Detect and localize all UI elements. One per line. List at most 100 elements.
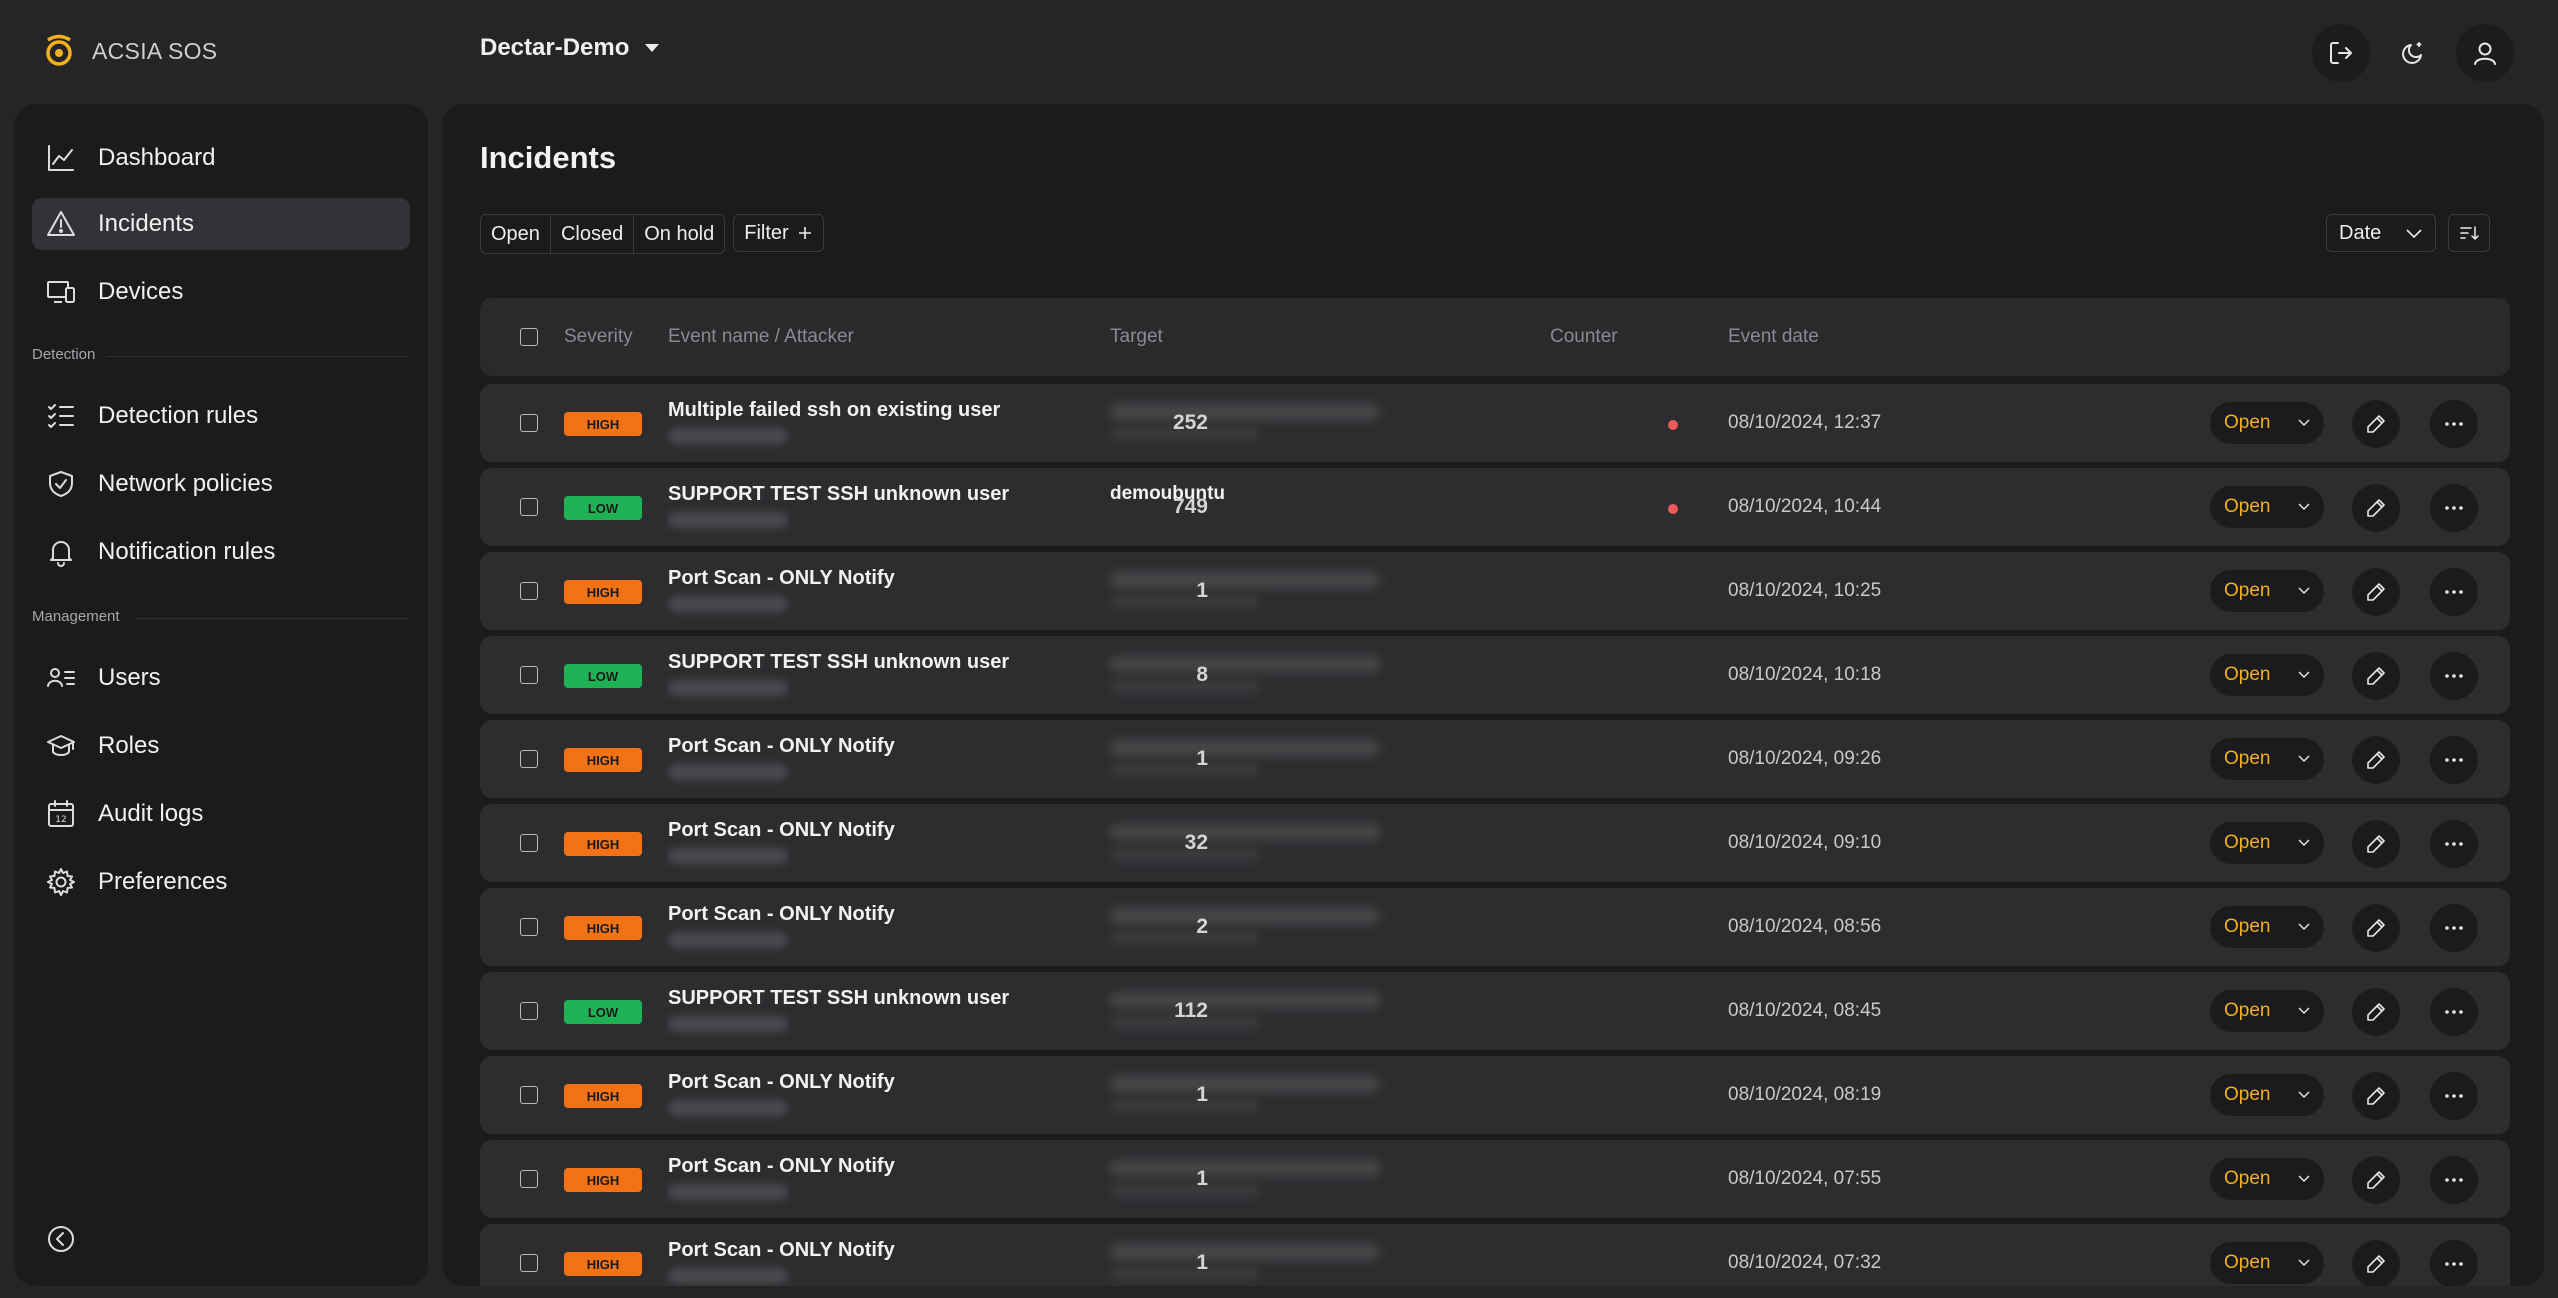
edit-button[interactable]: [2352, 736, 2400, 784]
table-row[interactable]: HIGH Port Scan - ONLY Notify 1 08/10/2024, …: [480, 1140, 2510, 1218]
edit-button[interactable]: [2352, 820, 2400, 868]
row-checkbox[interactable]: [520, 1254, 538, 1272]
row-checkbox[interactable]: [520, 834, 538, 852]
row-checkbox[interactable]: [520, 1170, 538, 1188]
edit-button[interactable]: [2352, 1240, 2400, 1286]
event-name[interactable]: Port Scan - ONLY Notify: [668, 735, 895, 758]
sidebar-item-network-policies[interactable]: Network policies: [32, 458, 410, 510]
table-row[interactable]: HIGH Port Scan - ONLY Notify 1 08/10/2024, …: [480, 1056, 2510, 1134]
edit-button[interactable]: [2352, 400, 2400, 448]
theme-toggle-button[interactable]: [2384, 24, 2442, 82]
row-checkbox[interactable]: [520, 666, 538, 684]
event-counter: 749: [1172, 495, 1208, 518]
filter-open-button[interactable]: Open: [481, 215, 550, 253]
column-header-severity[interactable]: Severity: [564, 326, 633, 348]
table-row[interactable]: HIGH Port Scan - ONLY Notify 32 08/10/2024,…: [480, 804, 2510, 882]
event-name[interactable]: SUPPORT TEST SSH unknown user: [668, 651, 1009, 674]
more-actions-button[interactable]: [2430, 1156, 2478, 1204]
row-checkbox[interactable]: [520, 918, 538, 936]
edit-button[interactable]: [2352, 1072, 2400, 1120]
edit-button[interactable]: [2352, 568, 2400, 616]
edit-button[interactable]: [2352, 652, 2400, 700]
column-header-event-date[interactable]: Event date: [1728, 326, 1819, 348]
sidebar-item-audit-logs[interactable]: 12 Audit logs: [32, 788, 410, 840]
column-header-counter[interactable]: Counter: [1550, 326, 1618, 348]
sort-field-select[interactable]: Date: [2326, 214, 2436, 252]
status-dropdown[interactable]: Open: [2210, 486, 2324, 528]
status-dropdown[interactable]: Open: [2210, 906, 2324, 948]
status-dropdown[interactable]: Open: [2210, 1158, 2324, 1200]
more-actions-button[interactable]: [2430, 400, 2478, 448]
more-actions-button[interactable]: [2430, 904, 2478, 952]
column-header-event[interactable]: Event name / Attacker: [668, 326, 854, 348]
pencil-icon: [2367, 415, 2385, 433]
sidebar-item-devices[interactable]: Devices: [32, 266, 410, 318]
more-horizontal-icon: [2445, 842, 2463, 846]
more-actions-button[interactable]: [2430, 1240, 2478, 1286]
table-row[interactable]: LOW SUPPORT TEST SSH unknown user demoubun…: [480, 468, 2510, 546]
add-filter-button[interactable]: Filter: [733, 214, 824, 252]
row-checkbox[interactable]: [520, 1002, 538, 1020]
event-name[interactable]: SUPPORT TEST SSH unknown user: [668, 483, 1009, 506]
event-name[interactable]: Port Scan - ONLY Notify: [668, 567, 895, 590]
more-actions-button[interactable]: [2430, 736, 2478, 784]
row-checkbox[interactable]: [520, 414, 538, 432]
edit-button[interactable]: [2352, 484, 2400, 532]
more-actions-button[interactable]: [2430, 652, 2478, 700]
status-dropdown[interactable]: Open: [2210, 822, 2324, 864]
event-name[interactable]: Port Scan - ONLY Notify: [668, 1239, 895, 1262]
event-name[interactable]: Port Scan - ONLY Notify: [668, 819, 895, 842]
row-checkbox[interactable]: [520, 498, 538, 516]
more-actions-button[interactable]: [2430, 820, 2478, 868]
status-dropdown[interactable]: Open: [2210, 1074, 2324, 1116]
table-row[interactable]: HIGH Multiple failed ssh on existing user…: [480, 384, 2510, 462]
logout-button[interactable]: [2312, 24, 2370, 82]
edit-button[interactable]: [2352, 1156, 2400, 1204]
event-name[interactable]: Port Scan - ONLY Notify: [668, 1071, 895, 1094]
status-dropdown[interactable]: Open: [2210, 738, 2324, 780]
status-dropdown[interactable]: Open: [2210, 570, 2324, 612]
sidebar-item-detection-rules[interactable]: Detection rules: [32, 390, 410, 442]
table-row[interactable]: HIGH Port Scan - ONLY Notify 1 08/10/2024, …: [480, 552, 2510, 630]
table-row[interactable]: HIGH Port Scan - ONLY Notify 1 08/10/2024, …: [480, 1224, 2510, 1286]
more-actions-button[interactable]: [2430, 988, 2478, 1036]
event-name[interactable]: Port Scan - ONLY Notify: [668, 1155, 895, 1178]
edit-button[interactable]: [2352, 904, 2400, 952]
row-checkbox[interactable]: [520, 1086, 538, 1104]
event-name[interactable]: SUPPORT TEST SSH unknown user: [668, 987, 1009, 1010]
filter-closed-button[interactable]: Closed: [549, 215, 633, 253]
sort-direction-button[interactable]: [2448, 214, 2490, 252]
table-row[interactable]: HIGH Port Scan - ONLY Notify 2 08/10/2024, …: [480, 888, 2510, 966]
more-actions-button[interactable]: [2430, 484, 2478, 532]
edit-button[interactable]: [2352, 988, 2400, 1036]
select-all-checkbox[interactable]: [520, 328, 538, 346]
sidebar-item-roles[interactable]: Roles: [32, 720, 410, 772]
more-horizontal-icon: [2445, 758, 2463, 762]
filter-on-hold-button[interactable]: On hold: [633, 215, 724, 253]
organization-selector[interactable]: Dectar-Demo: [480, 34, 661, 62]
sidebar-item-notification-rules[interactable]: Notification rules: [32, 526, 410, 578]
sidebar-item-users[interactable]: Users: [32, 652, 410, 704]
event-name[interactable]: Port Scan - ONLY Notify: [668, 903, 895, 926]
chevron-down-icon: [2298, 419, 2310, 427]
collapse-sidebar-icon[interactable]: [44, 1222, 78, 1256]
table-row[interactable]: HIGH Port Scan - ONLY Notify 1 08/10/2024, …: [480, 720, 2510, 798]
column-header-target[interactable]: Target: [1110, 326, 1163, 348]
sidebar-item-preferences[interactable]: Preferences: [32, 856, 410, 908]
row-checkbox[interactable]: [520, 750, 538, 768]
table-row[interactable]: LOW SUPPORT TEST SSH unknown user 8 08/10/2…: [480, 636, 2510, 714]
status-dropdown[interactable]: Open: [2210, 990, 2324, 1032]
status-dropdown[interactable]: Open: [2210, 402, 2324, 444]
user-profile-button[interactable]: [2456, 24, 2514, 82]
sidebar-item-incidents[interactable]: Incidents: [32, 198, 410, 250]
more-actions-button[interactable]: [2430, 1072, 2478, 1120]
table-row[interactable]: LOW SUPPORT TEST SSH unknown user 112 08/10…: [480, 972, 2510, 1050]
target-redacted: [1110, 656, 1380, 672]
event-name[interactable]: Multiple failed ssh on existing user: [668, 399, 1000, 422]
sidebar-item-dashboard[interactable]: Dashboard: [32, 132, 410, 184]
row-checkbox[interactable]: [520, 582, 538, 600]
brand[interactable]: ACSIA SOS: [44, 34, 217, 68]
more-actions-button[interactable]: [2430, 568, 2478, 616]
status-dropdown[interactable]: Open: [2210, 1242, 2324, 1284]
status-dropdown[interactable]: Open: [2210, 654, 2324, 696]
